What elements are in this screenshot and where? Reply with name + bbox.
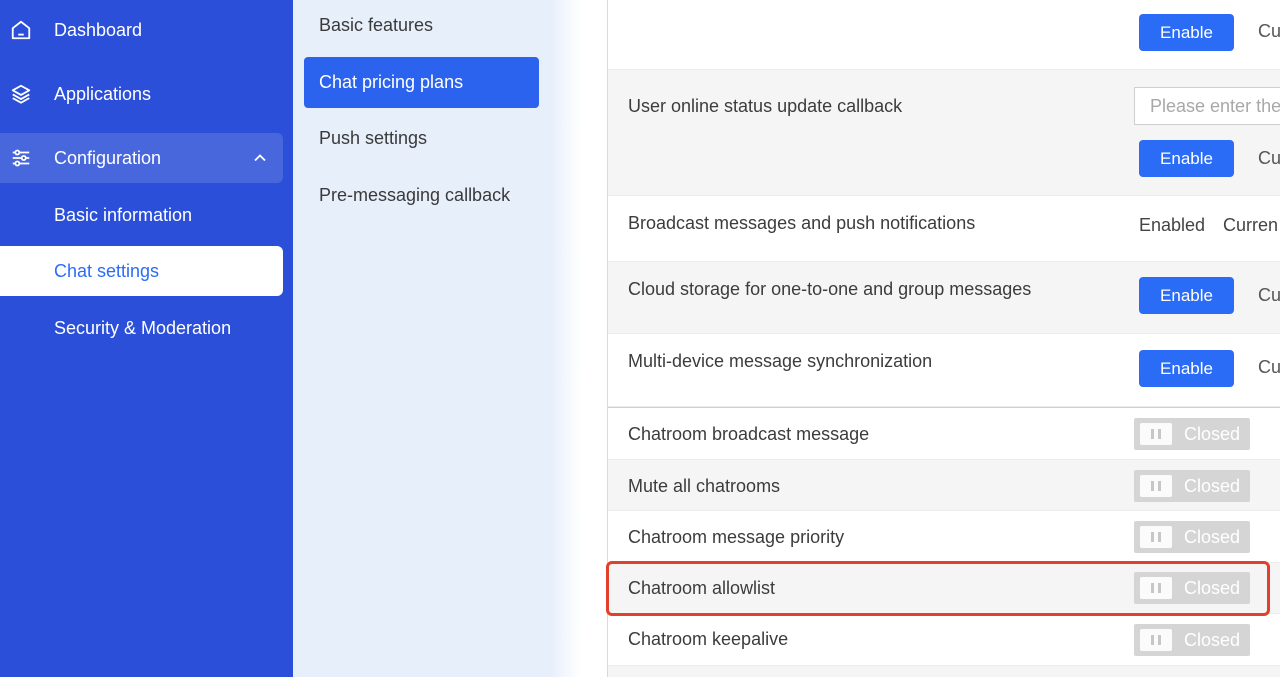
mute-all-chatrooms-toggle[interactable]: Closed: [1134, 470, 1250, 502]
row-label: Mute all chatrooms: [628, 476, 781, 496]
enable-button[interactable]: Enable: [1139, 140, 1234, 177]
row-label: Chatroom broadcast message: [628, 424, 870, 444]
settings-subnav: Basic features Chat pricing plans Push s…: [293, 0, 581, 677]
settings-row-multi-device-sync: Multi-device message synchronization Ena…: [608, 334, 1280, 407]
chatroom-allowlist-toggle[interactable]: Closed: [1134, 572, 1250, 604]
settings-row-chatroom-allowlist: Chatroom allowlist Closed: [608, 563, 1280, 614]
chevron-up-icon[interactable]: [253, 151, 267, 165]
subnav-item-label: Pre-messaging callback: [319, 185, 511, 205]
sidebar-item-label: Configuration: [54, 147, 162, 168]
subnav-item-label: Chat pricing plans: [319, 72, 464, 92]
settings-row-chatroom-broadcast: Chatroom broadcast message Closed: [608, 408, 1280, 460]
row-label: Chatroom keepalive: [628, 629, 789, 649]
toggle-state-label: Closed: [1184, 423, 1241, 444]
subnav-item-push-settings[interactable]: Push settings: [304, 113, 539, 164]
enabled-status-text: Enabled: [1139, 215, 1206, 235]
sidebar-item-dashboard[interactable]: Dashboard: [0, 5, 283, 55]
sidebar-item-label: Applications: [54, 83, 152, 104]
sidebar-item-applications[interactable]: Applications: [0, 69, 283, 119]
enable-button[interactable]: Enable: [1139, 350, 1234, 387]
enable-button[interactable]: Enable: [1139, 14, 1234, 51]
chatroom-message-priority-toggle[interactable]: Closed: [1134, 521, 1250, 553]
current-status-text: Cu: [1258, 21, 1280, 41]
subnav-item-pre-messaging-callback[interactable]: Pre-messaging callback: [304, 170, 539, 221]
current-status-text: Cu: [1258, 357, 1280, 377]
toggle-knob: [1140, 577, 1172, 599]
sidebar-subitem-label: Chat settings: [54, 260, 160, 281]
row-label: User online status update callback: [628, 96, 903, 116]
current-status-text: Curren: [1223, 215, 1279, 235]
toggle-knob: [1140, 629, 1172, 651]
row-label: Broadcast messages and push notification…: [628, 213, 976, 233]
settings-row-mute-all-chatrooms: Mute all chatrooms Closed: [608, 460, 1280, 511]
subnav-item-basic-features[interactable]: Basic features: [304, 0, 539, 51]
sidebar-item-label: Dashboard: [54, 19, 143, 40]
current-status-text: Cu: [1258, 148, 1280, 168]
sidebar: Dashboard Applications Configuration Bas…: [0, 0, 293, 677]
toggle-knob: [1140, 475, 1172, 497]
toggle-state-label: Closed: [1184, 577, 1241, 598]
subnav-item-label: Push settings: [319, 128, 428, 148]
chatroom-broadcast-toggle[interactable]: Closed: [1134, 418, 1250, 450]
sidebar-subitem-security-moderation[interactable]: Security & Moderation: [0, 303, 283, 353]
layers-icon: [11, 84, 31, 104]
settings-row-cloud-storage: Cloud storage for one-to-one and group m…: [608, 262, 1280, 334]
current-status-text: Cu: [1258, 285, 1280, 305]
enable-button[interactable]: Enable: [1139, 277, 1234, 314]
row-label: Cloud storage for one-to-one and group m…: [628, 279, 1032, 299]
home-icon: [11, 20, 31, 40]
sidebar-item-configuration[interactable]: Configuration: [0, 133, 283, 183]
toggle-knob: [1140, 423, 1172, 445]
settings-row-partial: [608, 666, 1280, 677]
toggle-state-label: Closed: [1184, 475, 1241, 496]
sliders-icon: [12, 149, 30, 167]
sidebar-subitem-label: Security & Moderation: [54, 317, 232, 338]
sidebar-subitem-basic-information[interactable]: Basic information: [0, 190, 283, 240]
settings-row: Enable Cu: [608, 0, 1280, 70]
row-label: Multi-device message synchronization: [628, 351, 933, 371]
settings-row-chatroom-keepalive: Chatroom keepalive Closed: [608, 614, 1280, 666]
sidebar-subitem-chat-settings[interactable]: Chat settings: [0, 246, 283, 296]
subnav-item-chat-pricing-plans[interactable]: Chat pricing plans: [304, 57, 539, 108]
settings-row-chatroom-message-priority: Chatroom message priority Closed: [608, 511, 1280, 563]
row-label: Chatroom allowlist: [628, 578, 776, 598]
panel-divider: [550, 0, 581, 677]
chatroom-keepalive-toggle[interactable]: Closed: [1134, 624, 1250, 656]
toggle-state-label: Closed: [1184, 629, 1241, 650]
sidebar-subitem-label: Basic information: [54, 204, 193, 225]
callback-url-input[interactable]: [1134, 87, 1280, 125]
toggle-knob: [1140, 526, 1172, 548]
subnav-item-label: Basic features: [319, 15, 434, 35]
row-label: Chatroom message priority: [628, 527, 845, 547]
settings-row-broadcast-push: Broadcast messages and push notification…: [608, 196, 1280, 262]
settings-row-online-status-callback: User online status update callback Enabl…: [608, 70, 1280, 196]
toggle-state-label: Closed: [1184, 526, 1241, 547]
